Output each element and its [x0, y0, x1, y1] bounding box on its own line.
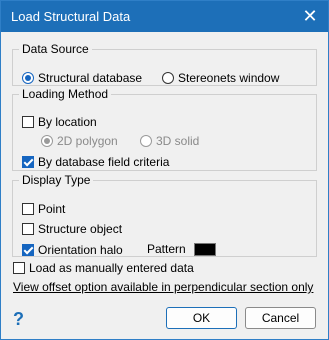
- radio-label: 3D solid: [156, 134, 200, 148]
- by-location-checkbox[interactable]: By location: [22, 115, 97, 129]
- title-bar[interactable]: Load Structural Data ✕: [1, 1, 328, 32]
- radio-icon: [162, 72, 174, 84]
- structural-database-radio[interactable]: Structural database: [22, 71, 142, 85]
- 3d-solid-radio[interactable]: 3D solid: [140, 134, 199, 148]
- cancel-button[interactable]: Cancel: [245, 307, 316, 329]
- close-icon[interactable]: ✕: [298, 5, 322, 27]
- pattern-label: Pattern: [147, 242, 186, 256]
- radio-label: Structural database: [38, 71, 143, 85]
- offset-option-link[interactable]: View offset option available in perpendi…: [13, 280, 313, 294]
- dialog-body: Data Source Structural database Stereone…: [1, 33, 328, 339]
- loading-method-group: Loading Method By location 2D polygon 3D…: [12, 87, 317, 171]
- radio-icon: [140, 135, 152, 147]
- radio-label: Stereonets window: [178, 71, 280, 85]
- by-database-field-criteria-checkbox[interactable]: By database field criteria: [22, 155, 169, 169]
- checkbox-label: By database field criteria: [38, 155, 170, 169]
- structure-object-checkbox[interactable]: Structure object: [22, 222, 122, 236]
- checkbox-label: Structure object: [38, 222, 123, 236]
- data-source-legend: Data Source: [22, 42, 89, 56]
- load-manual-checkbox[interactable]: Load as manually entered data: [13, 261, 194, 275]
- checkbox-icon: [13, 262, 25, 274]
- radio-icon: [22, 72, 34, 84]
- checkbox-icon: [22, 116, 34, 128]
- point-checkbox[interactable]: Point: [22, 202, 65, 216]
- loading-method-legend: Loading Method: [22, 87, 109, 101]
- 2d-polygon-radio[interactable]: 2D polygon: [41, 134, 118, 148]
- checkbox-icon: [22, 156, 34, 168]
- pattern-swatch[interactable]: [193, 242, 216, 256]
- checkbox-label: Point: [38, 202, 66, 216]
- dialog-window: Load Structural Data ✕ Data Source Struc…: [0, 0, 329, 340]
- checkbox-label: Load as manually entered data: [29, 261, 194, 275]
- ok-button[interactable]: OK: [166, 307, 237, 329]
- checkbox-label: Orientation halo: [38, 243, 123, 257]
- radio-icon: [41, 135, 53, 147]
- stereonets-window-radio[interactable]: Stereonets window: [162, 71, 279, 85]
- display-type-legend: Display Type: [22, 173, 91, 187]
- checkbox-label: By location: [38, 115, 97, 129]
- pattern-control: Pattern: [147, 242, 216, 256]
- radio-label: 2D polygon: [57, 134, 118, 148]
- checkbox-icon: [22, 223, 34, 235]
- data-source-group: Data Source Structural database Stereone…: [12, 42, 317, 86]
- display-type-group: Display Type Point Structure object Orie…: [12, 173, 317, 257]
- checkbox-icon: [22, 203, 34, 215]
- help-icon[interactable]: ?: [13, 309, 24, 330]
- window-title: Load Structural Data: [11, 9, 131, 24]
- checkbox-icon: [22, 244, 34, 256]
- orientation-halo-checkbox[interactable]: Orientation halo: [22, 243, 123, 257]
